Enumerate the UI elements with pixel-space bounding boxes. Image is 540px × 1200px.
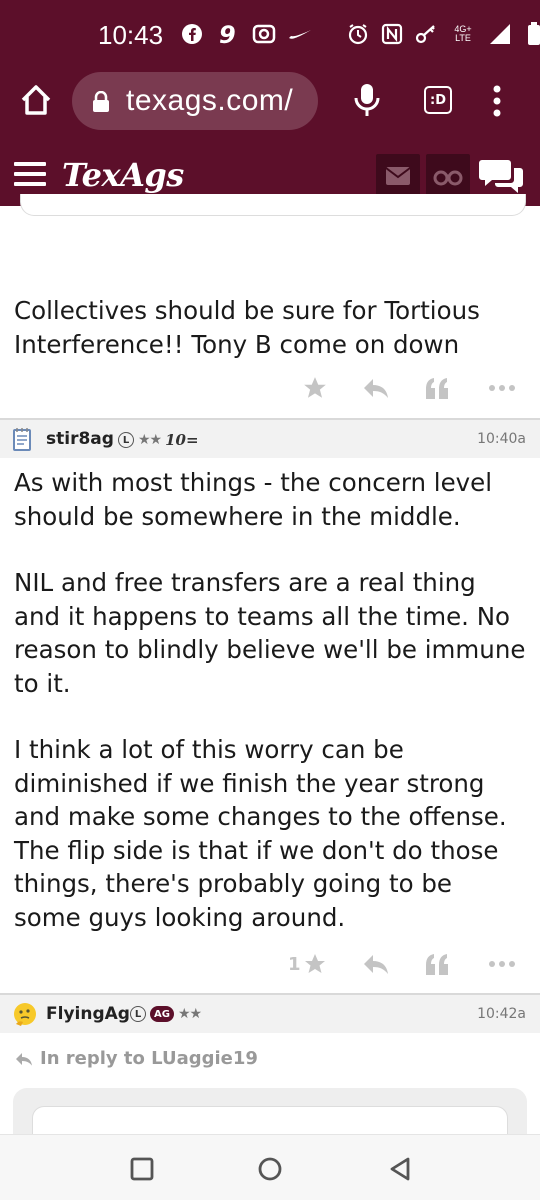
level-badge: L: [130, 1006, 146, 1022]
nfc-icon: [380, 22, 404, 46]
home-icon[interactable]: [18, 82, 54, 118]
reply-to-text: In reply to LUaggie19: [40, 1048, 258, 1069]
chat-icon[interactable]: [478, 156, 526, 196]
tenb-badge: 10=: [165, 431, 199, 449]
notepad-icon: [12, 427, 34, 451]
post-header: stir8ag L ★★ 10= 10:40a: [0, 418, 540, 458]
alarm-icon: [346, 22, 370, 46]
star-rating: ★★: [138, 432, 162, 448]
key-icon: [414, 22, 438, 46]
level-badge: L: [118, 432, 134, 448]
mail-icon[interactable]: [376, 154, 420, 198]
url-text: texags.com/: [126, 84, 294, 117]
reply-icon[interactable]: [362, 950, 390, 978]
url-bar[interactable]: texags.com/: [72, 72, 318, 130]
star-icon[interactable]: [302, 374, 328, 402]
status-time: 10:43: [98, 20, 164, 50]
thinking-emoji-icon: [12, 1002, 36, 1026]
signal-icon: [488, 22, 512, 46]
post-time: 10:40a: [477, 431, 526, 447]
lock-icon: [92, 90, 110, 117]
ag-badge: AG: [150, 1006, 174, 1022]
reply-icon[interactable]: [362, 374, 390, 402]
swoosh-icon: [288, 22, 312, 46]
post-paragraph: NIL and free transfers are a real thing …: [14, 568, 526, 698]
like-button[interactable]: 1: [288, 950, 327, 978]
star-rating: ★★: [177, 1006, 202, 1022]
username[interactable]: FlyingAg: [46, 1004, 130, 1024]
reply-icon: [16, 1052, 32, 1066]
username[interactable]: stir8ag: [46, 429, 114, 449]
overflow-menu-icon[interactable]: [490, 84, 504, 118]
post-paragraph: Collectives should be sure for Tortious …: [14, 296, 480, 359]
post-paragraph: As with most things - the concern level …: [14, 468, 493, 531]
camera-icon: [252, 22, 276, 46]
tab-switcher-button[interactable]: :D: [424, 86, 452, 114]
network-type: 4G+ LTE: [454, 24, 472, 43]
status-bar: 10:43 9 4G+ LTE: [0, 0, 540, 70]
post-body-stir8ag: As with most things - the concern level …: [14, 466, 526, 934]
post-actions-stir8ag: 1: [0, 944, 540, 984]
reply-to-link[interactable]: In reply to LUaggie19: [14, 1048, 258, 1069]
hamburger-icon[interactable]: [14, 162, 46, 186]
quote-icon[interactable]: [424, 950, 450, 978]
more-icon[interactable]: [488, 950, 516, 978]
back-icon[interactable]: [386, 1155, 414, 1183]
like-count: 1: [288, 953, 301, 975]
facebook-icon: [180, 22, 204, 46]
post-time: 10:42a: [477, 1006, 526, 1022]
nine-icon: 9: [216, 22, 240, 46]
more-icon[interactable]: [488, 374, 516, 402]
post-actions-prev: [0, 368, 540, 408]
previous-card-edge: [20, 194, 526, 216]
recents-icon[interactable]: [128, 1155, 156, 1183]
post-body-prev: Collectives should be sure for Tortious …: [14, 294, 514, 361]
post-paragraph: I think a lot of this worry can be dimin…: [14, 735, 507, 932]
quote-icon[interactable]: [424, 374, 450, 402]
post-header: FlyingAg L AG ★★ 10:42a: [0, 993, 540, 1033]
svg-text:9: 9: [219, 22, 236, 46]
battery-icon: [522, 22, 540, 46]
star-icon: [304, 954, 325, 973]
home-nav-icon[interactable]: [256, 1155, 284, 1183]
system-nav-bar: [0, 1134, 540, 1200]
site-logo[interactable]: TexAgs: [62, 156, 184, 194]
browser-toolbar: texags.com/ :D: [0, 70, 540, 132]
mic-icon[interactable]: [352, 82, 382, 118]
binoculars-icon[interactable]: [426, 154, 470, 198]
